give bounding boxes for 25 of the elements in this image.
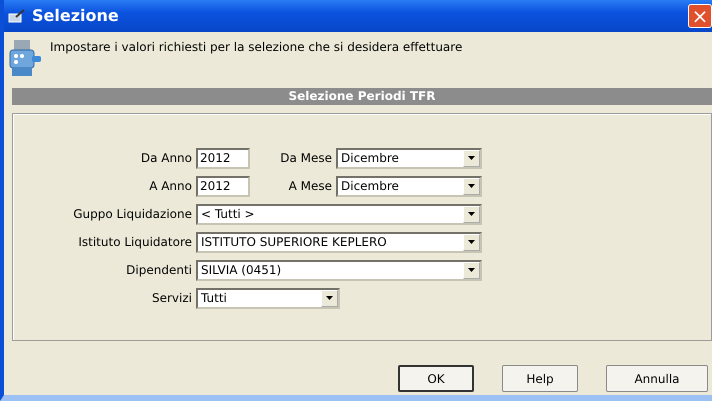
dropdown[interactable]: SILVIA (0451): [196, 260, 482, 280]
dropdown[interactable]: ISTITUTO SUPERIORE KEPLERO: [196, 232, 482, 252]
field-label: Da Mese: [279, 150, 333, 167]
dropdown[interactable]: Dicembre: [336, 148, 482, 168]
field-label: A Mese: [288, 178, 333, 195]
input-field[interactable]: 2012: [196, 148, 250, 168]
dialog-button[interactable]: OK: [398, 365, 474, 392]
window-title: Selezione: [32, 5, 119, 27]
cash-register-icon: [8, 38, 42, 78]
app-icon: [8, 9, 26, 23]
close-button[interactable]: ×: [688, 4, 712, 28]
field-label: Guppo Liquidazione: [72, 206, 193, 223]
dropdown[interactable]: Tutti: [196, 288, 340, 308]
field-label: Servizi: [150, 290, 193, 307]
dropdown[interactable]: Dicembre: [336, 176, 482, 196]
dropdown[interactable]: < Tutti >: [196, 204, 482, 224]
field-label: Dipendenti: [125, 262, 193, 279]
instruction-text: Impostare i valori richiesti per la selezione che si desidera effettuare: [50, 39, 462, 56]
dialog-button[interactable]: Annulla: [606, 365, 708, 392]
field-label: A Anno: [148, 178, 193, 195]
field-label: Da Anno: [140, 150, 193, 167]
input-field[interactable]: 2012: [196, 176, 250, 196]
field-label: Istituto Liquidatore: [77, 234, 193, 251]
section-header: Selezione Periodi TFR: [12, 88, 712, 105]
dialog-button[interactable]: Help: [502, 365, 578, 392]
